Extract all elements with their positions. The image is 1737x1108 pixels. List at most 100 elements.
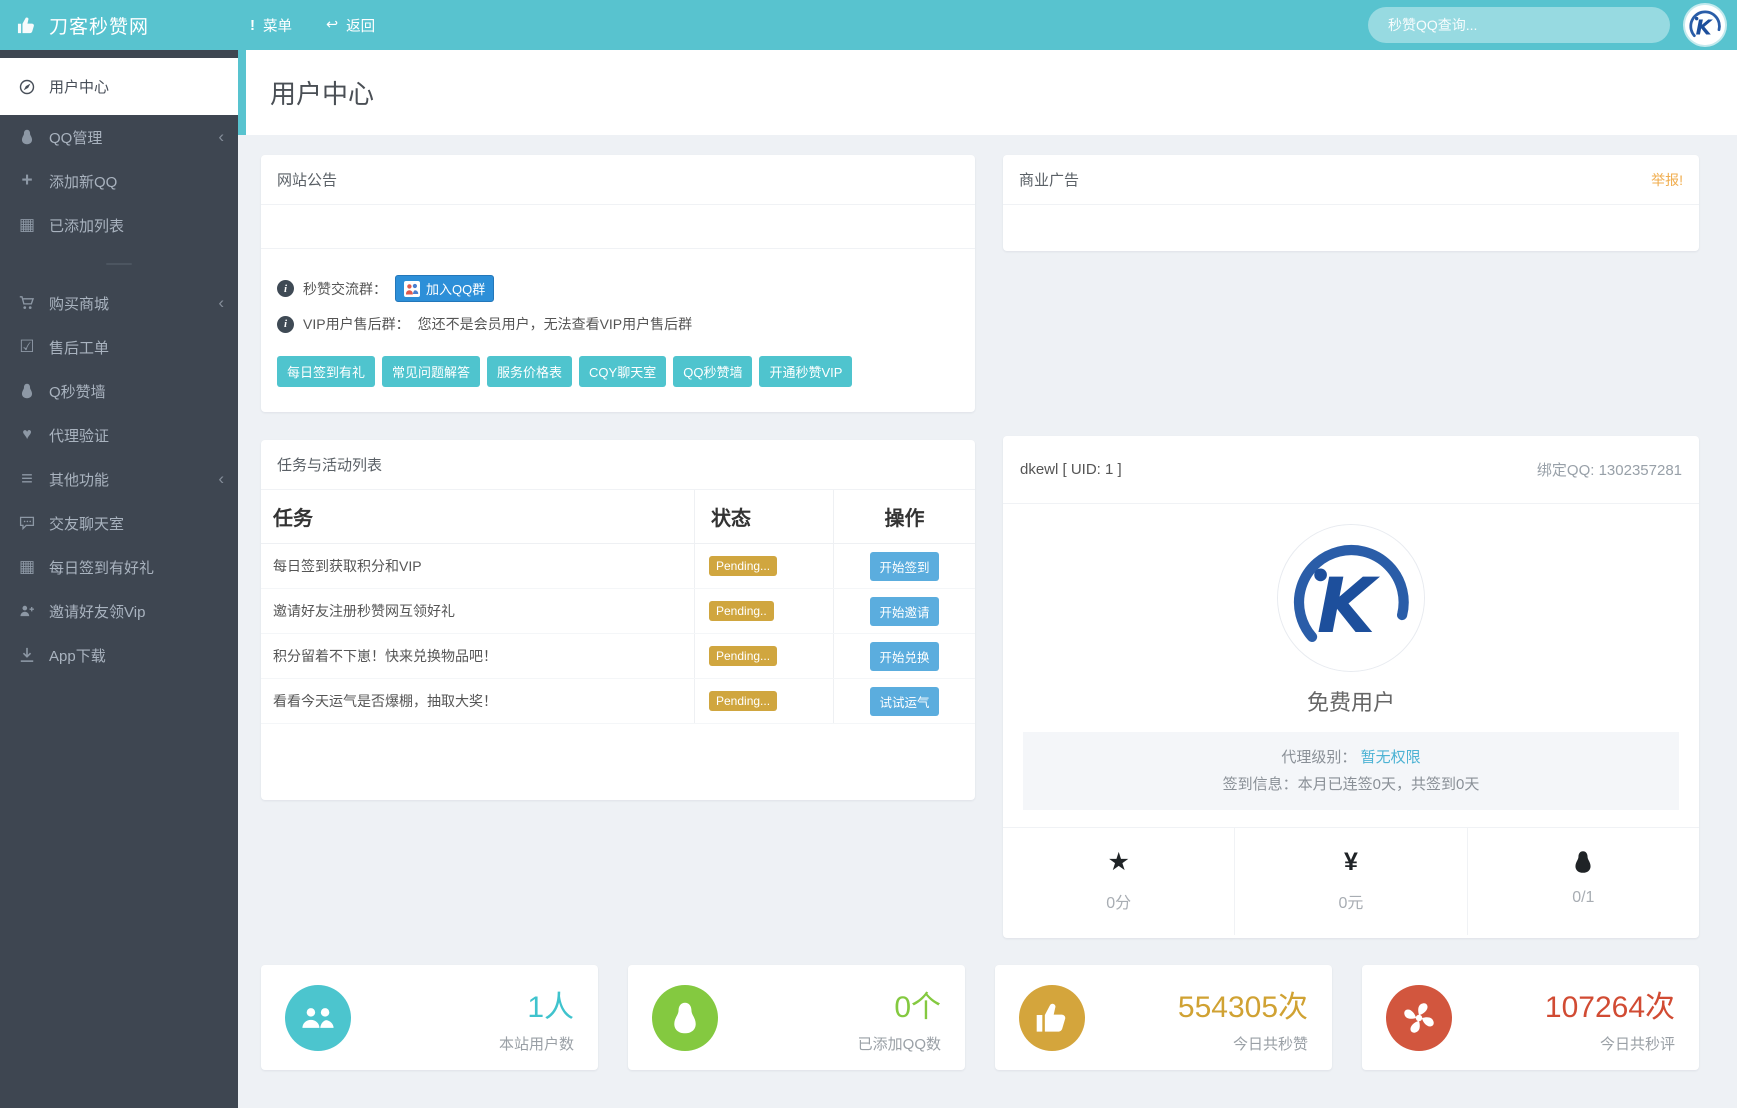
vip-group-text: 您还不是会员用户，无法查看VIP用户售后群 <box>417 316 693 332</box>
start-exchange-button[interactable]: 开始兑换 <box>870 641 939 671</box>
stat-qq-count: 0/1 <box>1466 828 1699 935</box>
vip-group-row: i VIP用户售后群： 您还不是会员用户，无法查看VIP用户售后群 <box>277 314 959 334</box>
try-luck-button[interactable]: 试试运气 <box>870 686 939 716</box>
column-header-status: 状态 <box>694 490 833 543</box>
sidebar-item-agent-verify[interactable]: ♥ 代理验证 <box>0 413 238 457</box>
download-icon <box>15 647 39 663</box>
sidebar-item-daily-sign[interactable]: ▦ 每日签到有好礼 <box>0 545 238 589</box>
stat-value: 0分 <box>1106 895 1132 912</box>
page-header: 用户中心 <box>238 50 1737 135</box>
sidebar-item-app-download[interactable]: App下载 <box>0 633 238 677</box>
tasks-panel: 任务与活动列表 任务 状态 操作 每日签到获取积分和VIP Pending...… <box>261 440 975 800</box>
chevron-left-icon: ‹ <box>218 293 224 312</box>
heart-icon: ♥ <box>22 426 32 443</box>
sidebar-item-aftersale[interactable]: ☑ 售后工单 <box>0 325 238 369</box>
sidebar-item-label: Q秒赞墙 <box>49 383 106 401</box>
brand-title: 刀客秒赞网 <box>49 16 150 38</box>
table-icon: ▦ <box>18 215 36 234</box>
sidebar-item-label: App下载 <box>49 647 106 665</box>
quick-buttons-row: 每日签到有礼 常见问题解答 服务价格表 CQY聊天室 QQ秒赞墙 开通秒赞VIP <box>277 356 959 387</box>
sidebar-item-label: 每日签到有好礼 <box>49 559 155 577</box>
ad-empty-area <box>1003 205 1699 250</box>
sidebar-item-other[interactable]: ≡ 其他功能 ‹ <box>0 457 238 501</box>
quick-button-cqy-chat[interactable]: CQY聊天室 <box>579 356 667 387</box>
sidebar-item-user-center[interactable]: 用户中心 <box>0 58 238 115</box>
start-sign-button[interactable]: 开始签到 <box>870 551 939 581</box>
profile-info-box: 代理级别： 暂无权限 签到信息：本月已连签0天，共签到0天 <box>1023 732 1679 810</box>
stat-card-value: 1人 <box>527 990 574 1024</box>
qq-group-label: 秒赞交流群： <box>303 280 387 297</box>
qq-group-icon <box>404 281 420 297</box>
qq-group-row: i 秒赞交流群： 加入QQ群 <box>277 275 959 302</box>
task-cell: 邀请好友注册秒赞网互领好礼 <box>273 603 455 619</box>
search-input[interactable] <box>1368 7 1670 43</box>
profile-avatar <box>1277 524 1425 672</box>
stat-card-value: 554305次 <box>1177 990 1308 1024</box>
thumbs-up-icon <box>1019 984 1085 1051</box>
sidebar-item-qq-manage[interactable]: QQ管理 ‹ <box>0 115 238 159</box>
info-icon: i <box>277 315 294 333</box>
sidebar-item-added-list[interactable]: ▦ 已添加列表 <box>0 203 238 247</box>
sidebar-item-shop[interactable]: 购买商城 ‹ <box>0 281 238 325</box>
column-header-action: 操作 <box>833 490 975 543</box>
chevron-left-icon: ‹ <box>218 469 224 488</box>
sidebar: 用户中心 QQ管理 ‹ + 添加新QQ ▦ 已添加列表 购买商城 ‹ ☑ 售后工… <box>0 50 238 1108</box>
penguin-icon <box>15 383 39 399</box>
quick-button-qq-wall[interactable]: QQ秒赞墙 <box>673 356 753 387</box>
bars-icon: ≡ <box>21 467 33 490</box>
users-icon <box>285 984 351 1051</box>
sidebar-item-label: 购买商城 <box>49 295 110 313</box>
profile-panel: dkewl [ UID: 1 ] 绑定QQ: 1302357281 免费用户 代… <box>1003 436 1699 938</box>
announcement-title: 网站公告 <box>261 155 975 205</box>
task-cell: 每日签到获取积分和VIP <box>273 558 422 574</box>
quick-button-faq[interactable]: 常见问题解答 <box>382 356 481 387</box>
sidebar-item-label: 其他功能 <box>49 471 110 489</box>
site-logo-icon <box>1278 525 1424 671</box>
status-badge: Pending... <box>709 556 778 576</box>
stat-card-users: 1人 本站用户数 <box>261 965 598 1070</box>
sidebar-item-label: 邀请好友领Vip <box>49 603 146 621</box>
thumbs-up-icon <box>17 16 36 35</box>
sidebar-item-label: 交友聊天室 <box>49 515 125 533</box>
status-badge: Pending.. <box>709 601 774 621</box>
vip-group-label: VIP用户售后群： <box>303 316 410 332</box>
sidebar-item-add-qq[interactable]: + 添加新QQ <box>0 159 238 203</box>
site-logo-icon <box>1685 5 1725 45</box>
back-button[interactable]: ↩ 返回 <box>326 15 375 36</box>
join-qq-group-button[interactable]: 加入QQ群 <box>395 275 495 302</box>
start-invite-button[interactable]: 开始邀请 <box>870 596 939 626</box>
brand[interactable]: 刀客秒赞网 <box>0 12 250 39</box>
main-area: 用户中心 网站公告 i 秒赞交流群： 加入QQ群 i VIP用户售后群： 您还不… <box>238 50 1737 1108</box>
back-arrow-icon: ↩ <box>326 17 339 33</box>
table-icon: ▦ <box>18 557 36 576</box>
stat-card-likes-today: 554305次 今日共秒赞 <box>995 965 1332 1070</box>
sidebar-item-label: 用户中心 <box>49 79 110 96</box>
quick-button-daily-sign[interactable]: 每日签到有礼 <box>277 356 376 387</box>
agent-level-link[interactable]: 暂无权限 <box>1361 749 1421 766</box>
sidebar-item-like-wall[interactable]: Q秒赞墙 <box>0 369 238 413</box>
stat-points: ★ 0分 <box>1003 828 1234 935</box>
report-link[interactable]: 举报! <box>1651 170 1683 190</box>
announcement-empty-area <box>261 205 975 249</box>
sidebar-item-label: 售后工单 <box>49 339 110 357</box>
menu-toggle[interactable]: ! 菜单 <box>250 15 292 36</box>
compass-icon <box>15 79 39 95</box>
quick-button-open-vip[interactable]: 开通秒赞VIP <box>759 356 853 387</box>
stat-card-label: 今日共秒评 <box>1599 1035 1675 1053</box>
task-cell: 看看今天运气是否爆棚，抽取大奖！ <box>273 693 497 709</box>
sidebar-item-invite-vip[interactable]: 邀请好友领Vip <box>0 589 238 633</box>
agent-level-label: 代理级别： <box>1281 749 1357 766</box>
user-plus-icon <box>15 603 39 619</box>
stat-value: 0元 <box>1338 895 1364 912</box>
status-badge: Pending... <box>709 691 778 711</box>
penguin-icon <box>652 984 718 1051</box>
sidebar-item-chatroom[interactable]: 交友聊天室 <box>0 501 238 545</box>
sign-info: 签到信息：本月已连签0天，共签到0天 <box>1222 776 1480 793</box>
stat-card-value: 0个 <box>894 990 941 1024</box>
stat-card-label: 已添加QQ数 <box>857 1035 941 1053</box>
avatar[interactable] <box>1685 5 1725 45</box>
quick-button-price-list[interactable]: 服务价格表 <box>487 356 573 387</box>
sidebar-divider <box>106 263 132 265</box>
profile-username: dkewl [ UID: 1 ] <box>1020 461 1122 478</box>
sidebar-item-label: 代理验证 <box>49 427 110 445</box>
